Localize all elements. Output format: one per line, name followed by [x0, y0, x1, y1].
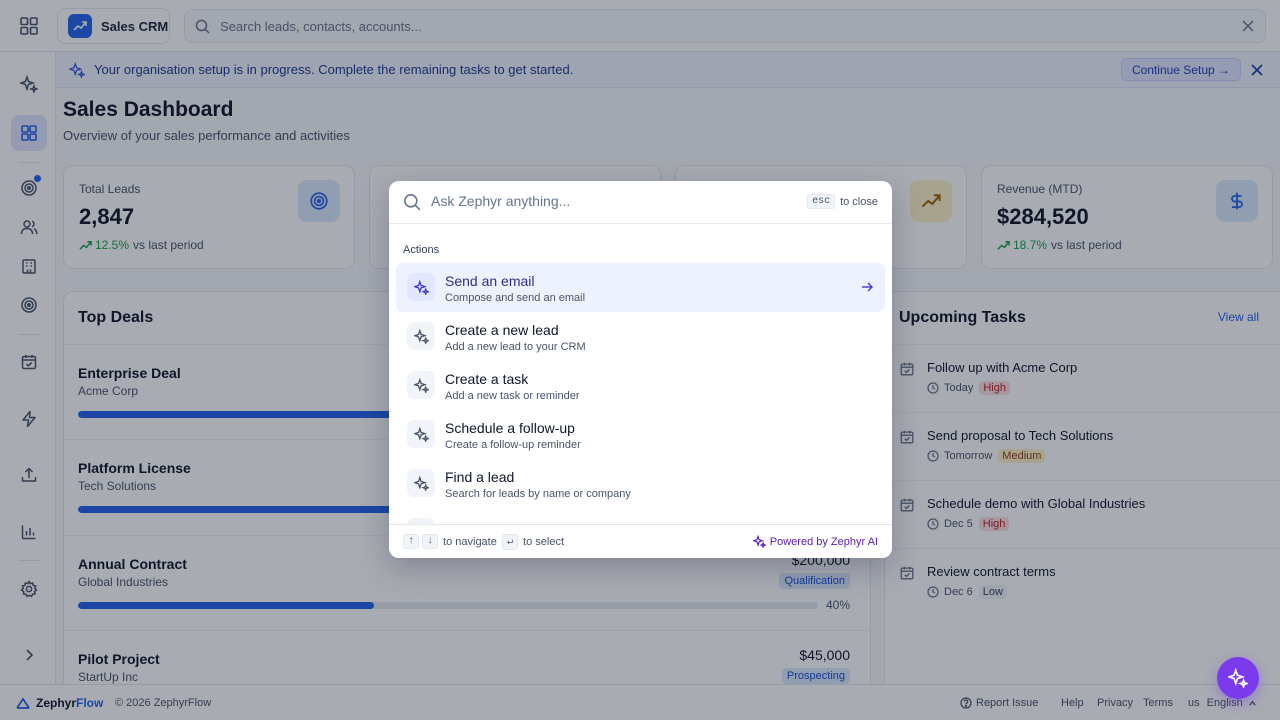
close-hint: esc to close [807, 194, 878, 209]
palette-item-desc: Add a new lead to your CRM [445, 341, 586, 353]
palette-item-title: Send an email [445, 273, 535, 289]
powered-by-text: Powered by Zephyr AI [769, 535, 878, 548]
sparkles-icon [1228, 668, 1248, 688]
palette-item-desc: Search for leads by name or company [445, 488, 631, 500]
sparkles-icon [752, 535, 766, 548]
arrow-right-icon [860, 280, 874, 294]
palette-footer: ↑ ↓ to navigate ↵ to select Powered by Z… [389, 524, 892, 558]
palette-item-desc: Add a new task or reminder [445, 390, 580, 402]
select-hint-text: to select [523, 536, 564, 548]
palette-item-schedule-follow-up[interactable]: Schedule a follow-up Create a follow-up … [396, 410, 885, 459]
sparkles-icon [407, 273, 435, 301]
palette-item-desc: Create a follow-up reminder [445, 439, 581, 451]
palette-item-create-lead[interactable]: Create a new lead Add a new lead to your… [396, 312, 885, 361]
command-palette: esc to close Actions Send an email Compo… [389, 181, 892, 558]
select-hint: ↵ to select [502, 534, 564, 550]
enter-key: ↵ [502, 534, 519, 550]
sparkles-icon [407, 322, 435, 350]
sparkles-icon [407, 371, 435, 399]
esc-key: esc [807, 194, 836, 209]
palette-item-title: Create a new lead [445, 322, 559, 338]
palette-item-send-email[interactable]: Send an email Compose and send an email [396, 263, 885, 312]
palette-search: esc to close [389, 181, 892, 224]
palette-section-label: Actions [403, 244, 440, 256]
sparkles-icon [407, 469, 435, 497]
palette-item-title: Schedule a follow-up [445, 420, 575, 436]
palette-item-create-task[interactable]: Create a task Add a new task or reminder [396, 361, 885, 410]
palette-item-desc: Compose and send an email [445, 292, 586, 304]
arrow-up-key: ↑ [403, 534, 420, 549]
search-icon [403, 193, 421, 211]
navigate-hint: ↑ ↓ to navigate [403, 534, 497, 549]
palette-search-input[interactable] [431, 193, 791, 209]
powered-by-label: Powered by Zephyr AI [752, 535, 878, 548]
navigate-hint-text: to navigate [443, 535, 497, 548]
sparkles-icon [407, 420, 435, 448]
palette-item-find-lead[interactable]: Find a lead Search for leads by name or … [396, 459, 885, 508]
close-hint-text: to close [840, 195, 878, 208]
arrow-down-key: ↓ [422, 534, 439, 549]
palette-item-title: Create a task [445, 371, 529, 387]
ai-assistant-button[interactable] [1217, 657, 1259, 699]
palette-item-title: Find a lead [445, 469, 515, 485]
